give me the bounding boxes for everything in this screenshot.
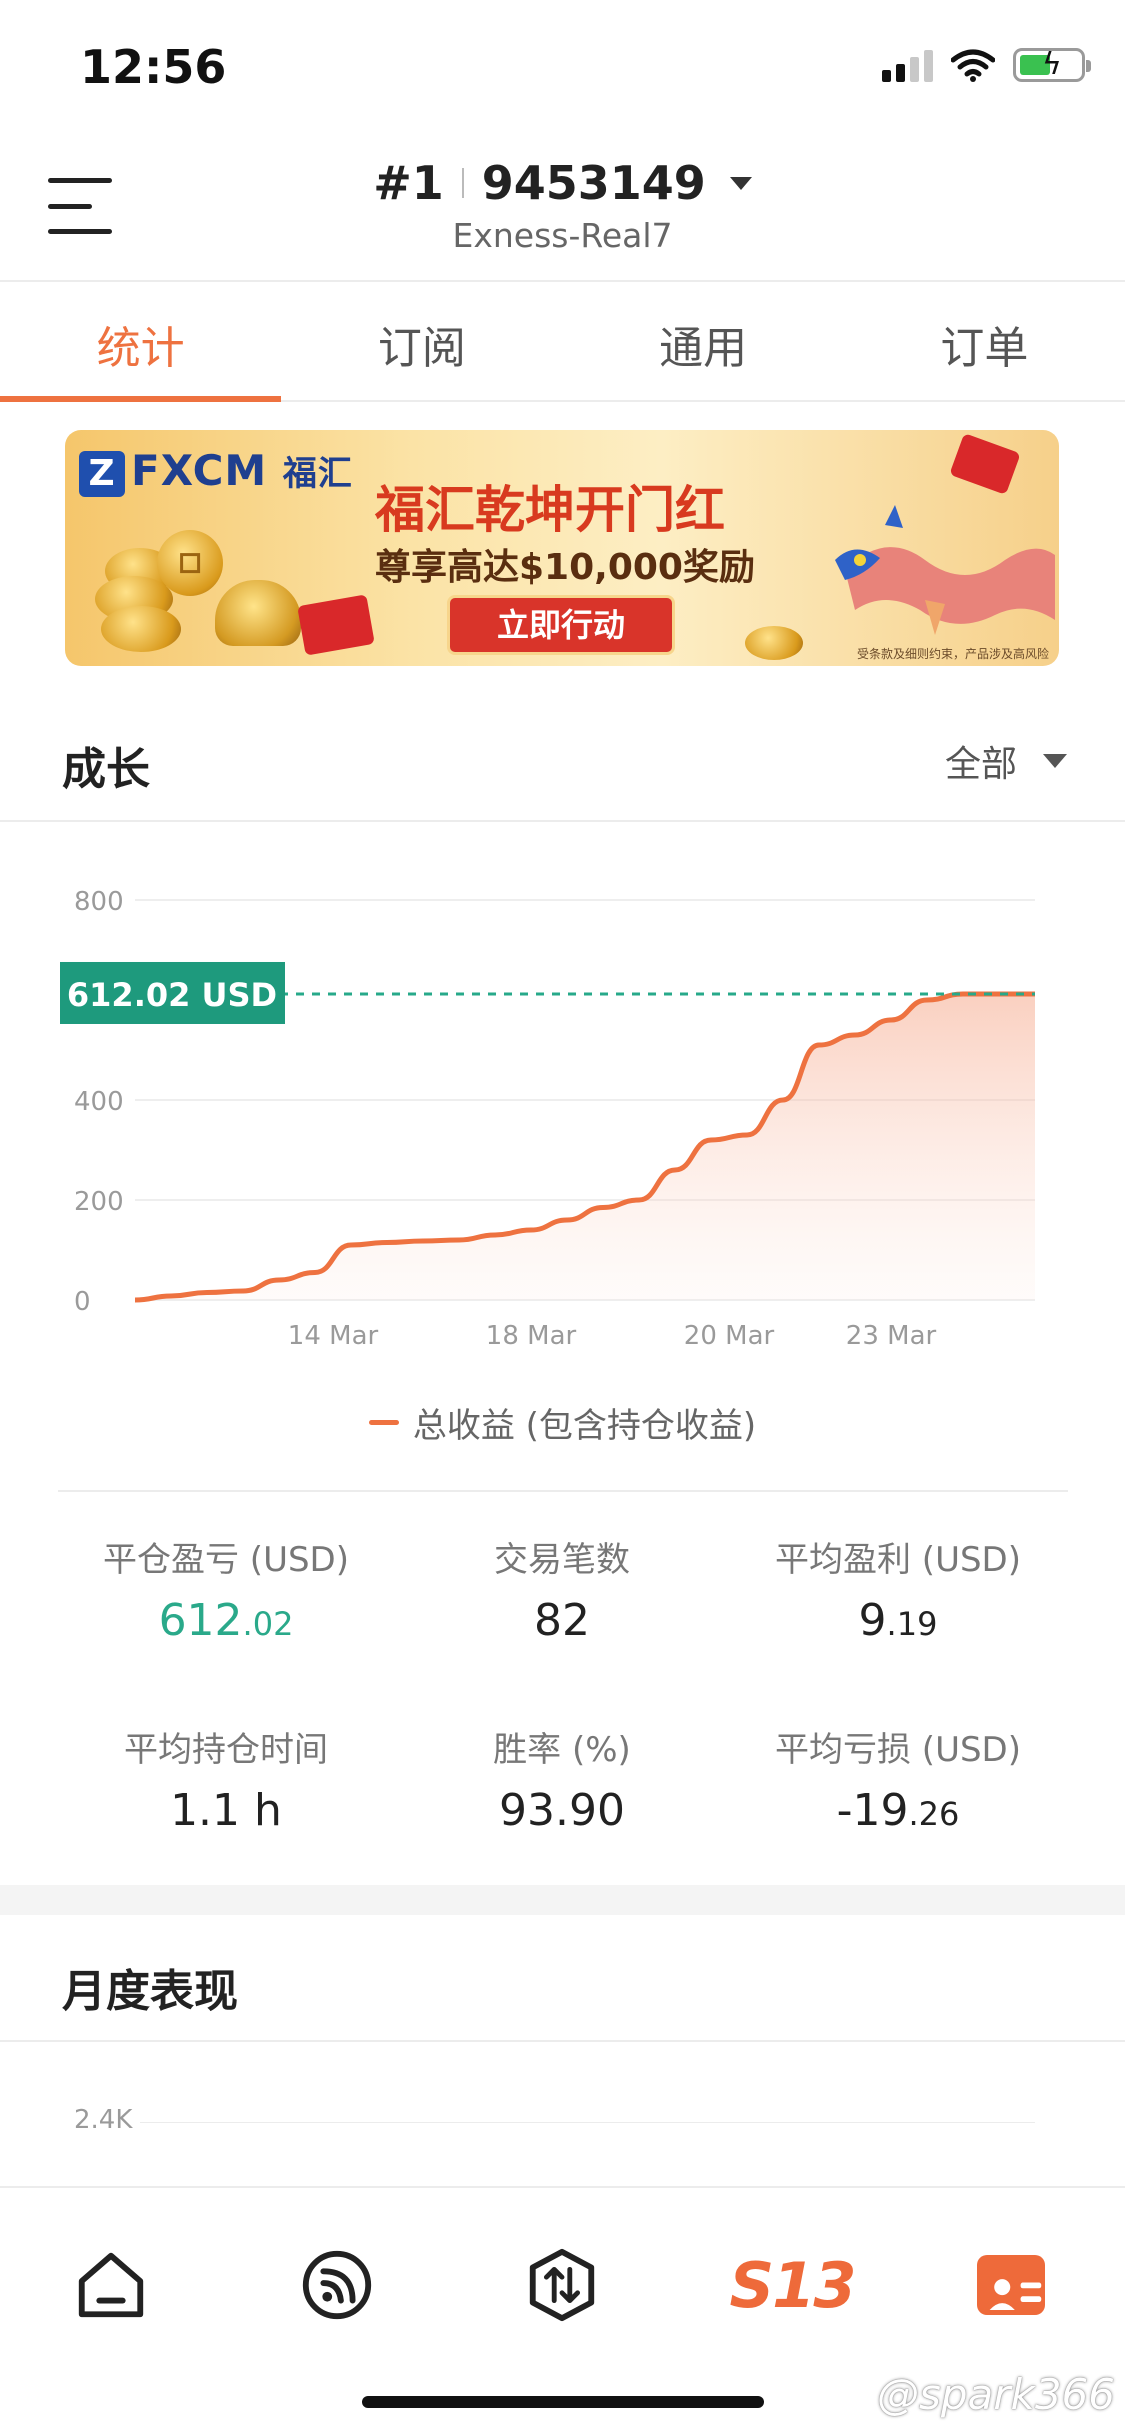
stat-closed-pnl: 平仓盈亏 (USD) 612.02: [58, 1532, 394, 1646]
battery-icon: ϟ: [1013, 47, 1091, 82]
status-time: 12:56: [80, 40, 227, 94]
cellular-signal-icon: [882, 48, 933, 82]
stat-label: 胜率 (%): [493, 1730, 631, 1770]
x-tick-label: 23 Mar: [846, 1321, 937, 1351]
watermark: @spark366: [876, 2370, 1115, 2419]
nav-home[interactable]: [66, 2240, 156, 2330]
x-tick-label: 14 Mar: [288, 1321, 379, 1351]
dragon-icon: [835, 505, 1055, 635]
legend-label: 总收益 (包含持仓收益): [412, 1406, 757, 1446]
tab-orders[interactable]: 订单: [844, 284, 1125, 400]
gold-ingot-icon: [215, 580, 301, 646]
stat-value: -19.26: [836, 1785, 960, 1836]
chart-legend: 总收益 (包含持仓收益): [0, 1398, 1125, 1447]
profile-card-icon: [977, 2255, 1045, 2315]
fxcm-logo: Z FXCM 福汇: [79, 446, 353, 497]
monthly-title: 月度表现: [62, 1966, 238, 2017]
status-icons: ϟ: [882, 47, 1091, 82]
banner-title: 福汇乾坤开门红: [375, 481, 725, 539]
stat-value: 1.1 h: [170, 1785, 282, 1836]
tab-bar: 统计 订阅 通用 订单: [0, 284, 1125, 402]
divider: [0, 820, 1125, 822]
y-tick-label: 800: [74, 887, 124, 917]
home-icon: [78, 2252, 144, 2318]
chevron-down-icon: [729, 176, 752, 190]
monthly-y-tick: 2.4K: [74, 2105, 133, 2135]
stat-label: 平均亏损 (USD): [775, 1730, 1021, 1770]
red-envelope-icon: [297, 594, 375, 656]
chevron-down-icon: [1043, 754, 1067, 768]
status-bar: 12:56 ϟ: [0, 0, 1125, 130]
stat-label: 交易笔数: [494, 1540, 630, 1580]
nav-s13[interactable]: S13: [722, 2240, 862, 2330]
s13-logo: S13: [729, 2248, 857, 2322]
trade-arrows-icon: [529, 2248, 595, 2322]
period-filter-dropdown[interactable]: 全部: [945, 735, 1067, 787]
nav-profile[interactable]: [966, 2240, 1056, 2330]
x-tick-label: 20 Mar: [684, 1321, 775, 1351]
tab-statistics[interactable]: 统计: [0, 284, 282, 402]
stats-grid: 平仓盈亏 (USD) 612.02 交易笔数 82 平均盈利 (USD) 9.1…: [58, 1490, 1068, 1870]
stat-value: 82: [534, 1595, 590, 1646]
stat-win-rate: 胜率 (%) 93.90: [394, 1722, 730, 1836]
stat-avg-profit: 平均盈利 (USD) 9.19: [730, 1532, 1066, 1646]
stat-value: 93.90: [499, 1785, 625, 1836]
tab-general[interactable]: 通用: [563, 284, 844, 400]
account-number: 9453149: [481, 156, 706, 210]
stat-label: 平均持仓时间: [124, 1730, 328, 1770]
separator: [461, 168, 464, 198]
series-area: [135, 993, 1035, 1300]
app-header: #1 9453149 Exness-Real7: [0, 130, 1125, 282]
stat-label: 平仓盈亏 (USD): [103, 1540, 349, 1580]
banner-subtitle: 尊享高达$10,000奖励: [375, 547, 755, 588]
rss-feed-icon: [302, 2250, 372, 2320]
stat-value: 9.19: [858, 1595, 938, 1646]
banner-fine-print: 受条款及细则约束，产品涉及高风险: [856, 647, 1049, 661]
gold-coin-icon: [157, 530, 223, 596]
tab-subscribe[interactable]: 订阅: [281, 284, 562, 400]
monthly-gridline: [140, 2122, 1035, 2123]
legend-swatch: [368, 1420, 399, 1425]
stat-label: 平均盈利 (USD): [775, 1540, 1021, 1580]
current-value-label: 612.02 USD: [67, 976, 277, 1014]
x-tick-label: 18 Mar: [486, 1321, 577, 1351]
divider: [0, 2040, 1125, 2042]
home-indicator: [362, 2396, 764, 2408]
nav-trade[interactable]: [517, 2240, 607, 2330]
section-gap: [0, 1885, 1125, 1915]
stat-value: 612.02: [158, 1595, 294, 1646]
account-selector[interactable]: #1 9453149 Exness-Real7: [0, 156, 1125, 255]
account-index: #1: [373, 156, 444, 210]
promo-banner[interactable]: Z FXCM 福汇 福汇乾坤开门红 尊享高达$10,000奖励 立即行动 受条款及…: [65, 430, 1059, 666]
stat-avg-loss: 平均亏损 (USD) -19.26: [730, 1722, 1066, 1836]
wifi-icon: [951, 49, 995, 82]
y-tick-label: 400: [74, 1087, 124, 1117]
growth-chart: 612.02 USD 0 200 400 800 14 Mar 18 Mar 20 Mar 2…: [60, 887, 1035, 1351]
stat-trade-count: 交易笔数 82: [394, 1532, 730, 1646]
growth-title: 成长: [62, 744, 150, 795]
nav-feed[interactable]: [292, 2240, 382, 2330]
banner-cta-button[interactable]: 立即行动: [447, 595, 675, 655]
period-filter-label: 全部: [944, 744, 1017, 785]
stat-avg-hold-time: 平均持仓时间 1.1 h: [58, 1722, 394, 1836]
y-tick-label: 200: [74, 1187, 124, 1217]
server-name: Exness-Real7: [452, 216, 673, 255]
y-tick-label: 0: [74, 1287, 91, 1317]
